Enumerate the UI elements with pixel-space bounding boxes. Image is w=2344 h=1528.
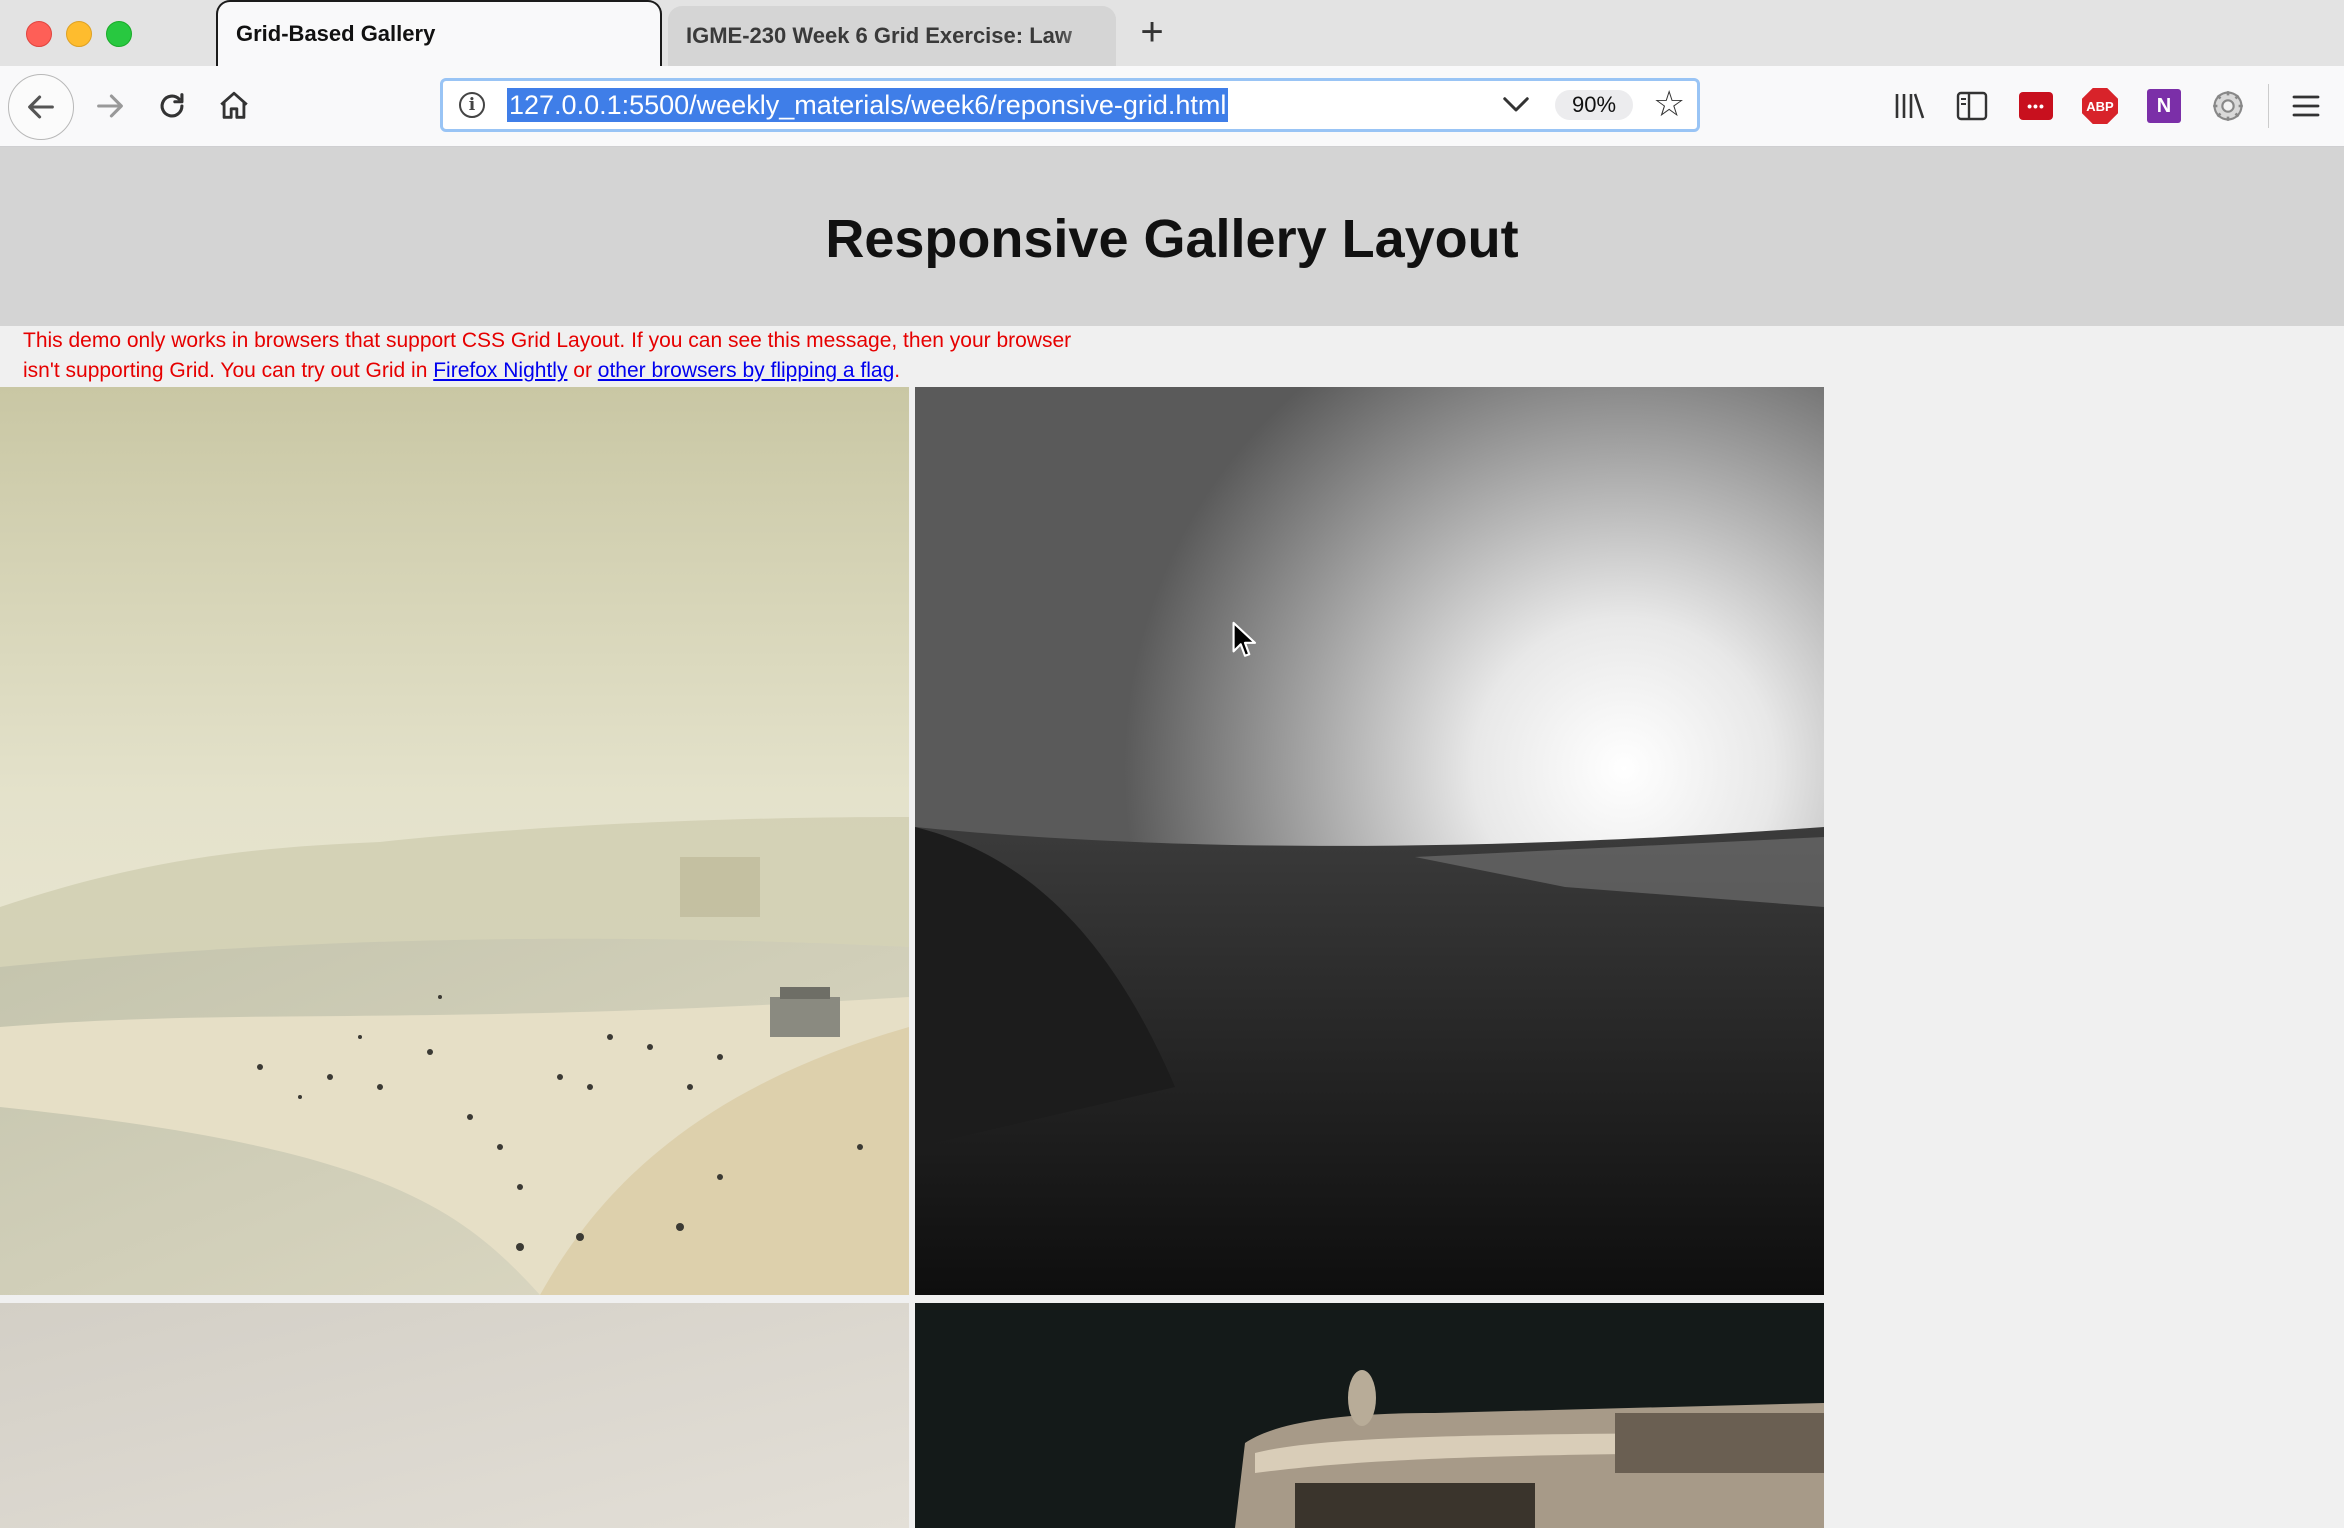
back-button[interactable] — [8, 74, 74, 140]
grid-support-notice: This demo only works in browsers that su… — [23, 326, 1113, 386]
forward-button[interactable] — [86, 78, 134, 134]
menu-icon[interactable] — [2284, 84, 2328, 128]
extension-gear-icon[interactable] — [2206, 84, 2250, 128]
tab-grid-based-gallery[interactable]: Grid-Based Gallery — [216, 0, 662, 66]
reload-icon — [160, 93, 184, 118]
reload-button[interactable] — [148, 78, 196, 134]
notice-text: or — [567, 359, 598, 382]
address-bar[interactable]: i 127.0.0.1:5500/weekly_materials/week6/… — [440, 78, 1700, 132]
url-text[interactable]: 127.0.0.1:5500/weekly_materials/week6/re… — [507, 88, 1229, 122]
chevron-down-icon[interactable] — [1501, 93, 1531, 117]
page-title: Responsive Gallery Layout — [825, 209, 1519, 269]
library-icon[interactable] — [1888, 84, 1932, 128]
flip-flag-link[interactable]: other browsers by flipping a flag — [598, 359, 895, 382]
window-maximize-button[interactable] — [106, 21, 132, 47]
site-info-icon[interactable]: i — [459, 92, 485, 118]
tab-strip: Grid-Based Gallery IGME-230 Week 6 Grid … — [0, 0, 2344, 67]
back-arrow-icon — [28, 95, 54, 119]
window-minimize-button[interactable] — [66, 21, 92, 47]
gallery-image-pale-sky — [0, 1303, 909, 1528]
navigation-toolbar: i 127.0.0.1:5500/weekly_materials/week6/… — [0, 66, 2344, 147]
tab-igme-230-week6[interactable]: IGME-230 Week 6 Grid Exercise: Law — [668, 6, 1116, 66]
notice-text: . — [894, 359, 901, 382]
gallery-image-field — [915, 387, 1824, 1295]
mouse-cursor-icon — [1232, 621, 1257, 657]
zoom-level-button[interactable]: 90% — [1555, 90, 1633, 120]
onenote-icon[interactable]: N — [2142, 84, 2186, 128]
tab-title: IGME-230 Week 6 Grid Exercise: Law — [686, 23, 1072, 48]
home-button[interactable] — [210, 78, 258, 134]
gallery-image-beach — [0, 387, 909, 1295]
tab-title: Grid-Based Gallery — [236, 21, 436, 46]
toolbar-separator — [2268, 84, 2269, 128]
new-tab-button[interactable]: + — [1130, 10, 1174, 54]
firefox-nightly-link[interactable]: Firefox Nightly — [433, 359, 567, 382]
adblock-plus-icon[interactable]: ABP — [2078, 84, 2122, 128]
page-header: Responsive Gallery Layout — [0, 147, 2344, 326]
home-icon — [220, 91, 248, 119]
gallery-image-camera — [915, 1303, 1824, 1528]
tab-fade — [1056, 6, 1116, 66]
sidebar-icon[interactable] — [1950, 84, 1994, 128]
window-close-button[interactable] — [26, 21, 52, 47]
forward-arrow-icon — [97, 94, 123, 118]
lastpass-icon[interactable]: ••• — [2014, 84, 2058, 128]
bookmark-star-icon[interactable]: ☆ — [1653, 85, 1685, 123]
